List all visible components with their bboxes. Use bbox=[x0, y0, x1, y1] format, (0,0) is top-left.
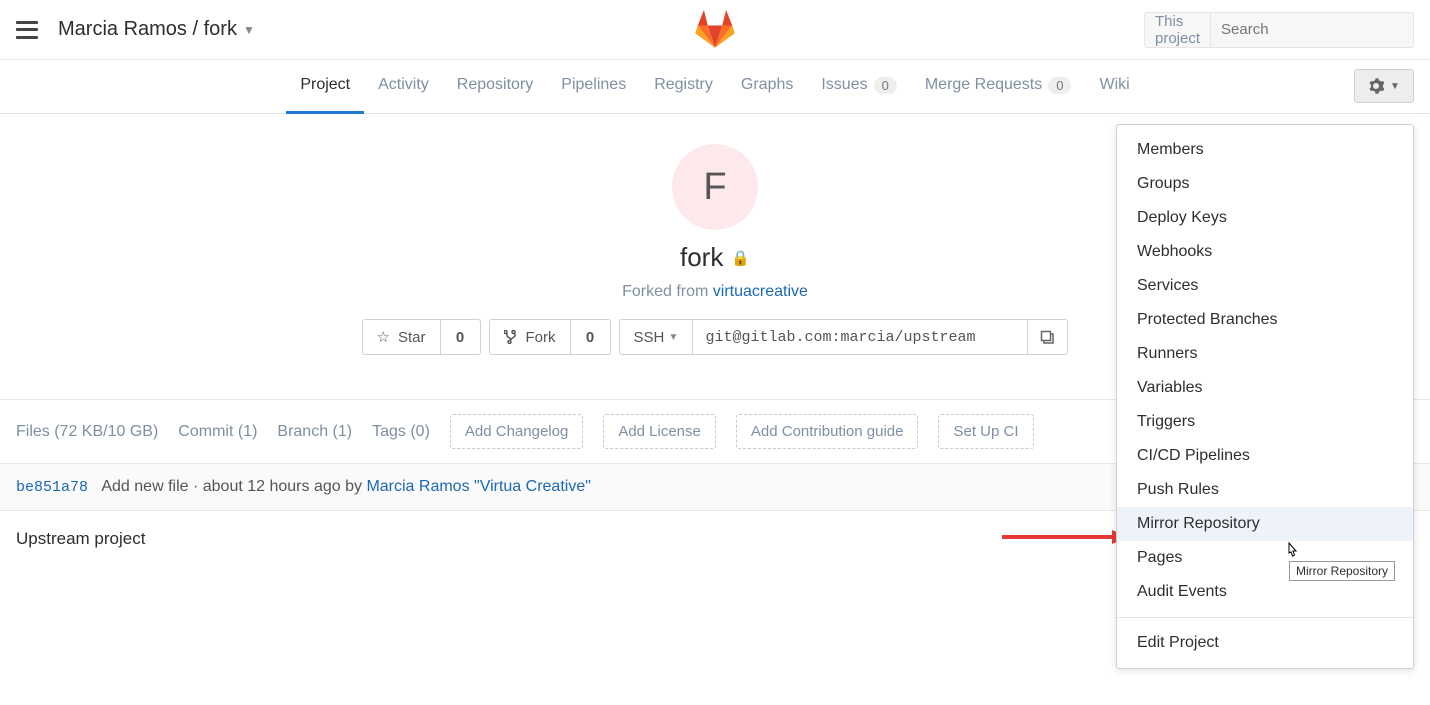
forked-from-link[interactable]: virtuacreative bbox=[713, 283, 808, 300]
dropdown-item-pages[interactable]: Pages bbox=[1117, 541, 1413, 575]
stat-branch[interactable]: Branch (1) bbox=[277, 423, 352, 441]
search-bar[interactable]: This project bbox=[1144, 12, 1414, 48]
breadcrumb[interactable]: Marcia Ramos / fork ▼ bbox=[58, 18, 255, 41]
tab-wiki[interactable]: Wiki bbox=[1085, 60, 1143, 114]
dropdown-item-protected-branches[interactable]: Protected Branches bbox=[1117, 303, 1413, 337]
commit-time: about 12 hours ago bbox=[203, 478, 341, 495]
dropdown-item-mirror-repository[interactable]: Mirror Repository bbox=[1117, 507, 1413, 541]
dropdown-item-ci-cd-pipelines[interactable]: CI/CD Pipelines bbox=[1117, 439, 1413, 473]
stat-files[interactable]: Files (72 KB/10 GB) bbox=[16, 423, 158, 441]
search-input[interactable] bbox=[1211, 21, 1430, 38]
dropdown-divider bbox=[1117, 617, 1413, 618]
star-count[interactable]: 0 bbox=[441, 319, 481, 355]
breadcrumb-project: fork bbox=[204, 18, 237, 41]
badge: 0 bbox=[874, 77, 897, 94]
breadcrumb-sep: / bbox=[192, 18, 198, 41]
dropdown-item-services[interactable]: Services bbox=[1117, 269, 1413, 303]
star-icon: ☆ bbox=[377, 328, 390, 346]
dropdown-item-audit-events[interactable]: Audit Events bbox=[1117, 575, 1413, 609]
dropdown-item-runners[interactable]: Runners bbox=[1117, 337, 1413, 371]
search-scope[interactable]: This project bbox=[1145, 13, 1211, 47]
project-tabs: ProjectActivityRepositoryPipelinesRegist… bbox=[286, 60, 1143, 114]
stat-tags[interactable]: Tags (0) bbox=[372, 423, 430, 441]
copy-url-button[interactable] bbox=[1028, 319, 1068, 355]
setup-ci-button[interactable]: Set Up CI bbox=[938, 414, 1033, 449]
add-license-button[interactable]: Add License bbox=[603, 414, 716, 449]
tab-repository[interactable]: Repository bbox=[443, 60, 547, 114]
fork-button[interactable]: Fork bbox=[489, 319, 571, 355]
dropdown-item-deploy-keys[interactable]: Deploy Keys bbox=[1117, 201, 1413, 235]
clone-protocol-select[interactable]: SSH ▼ bbox=[619, 319, 694, 355]
settings-dropdown: MembersGroupsDeploy KeysWebhooksServices… bbox=[1116, 124, 1414, 669]
commit-sha[interactable]: be851a78 bbox=[16, 479, 88, 496]
clone-url-input[interactable] bbox=[693, 319, 1028, 355]
tab-registry[interactable]: Registry bbox=[640, 60, 727, 114]
dropdown-item-variables[interactable]: Variables bbox=[1117, 371, 1413, 405]
dropdown-item-webhooks[interactable]: Webhooks bbox=[1117, 235, 1413, 269]
project-name: fork 🔒 bbox=[680, 242, 750, 273]
breadcrumb-owner: Marcia Ramos bbox=[58, 18, 187, 41]
copy-icon bbox=[1040, 330, 1055, 345]
fork-count[interactable]: 0 bbox=[571, 319, 611, 355]
dropdown-item-push-rules[interactable]: Push Rules bbox=[1117, 473, 1413, 507]
tab-activity[interactable]: Activity bbox=[364, 60, 443, 114]
star-button[interactable]: ☆ Star bbox=[362, 319, 441, 355]
tab-issues[interactable]: Issues0 bbox=[807, 60, 910, 114]
chevron-down-icon: ▼ bbox=[243, 23, 255, 37]
commit-message: Add new file bbox=[101, 478, 188, 495]
badge: 0 bbox=[1048, 77, 1071, 94]
gear-icon bbox=[1368, 78, 1384, 94]
dropdown-item-triggers[interactable]: Triggers bbox=[1117, 405, 1413, 439]
chevron-down-icon: ▼ bbox=[1390, 81, 1400, 92]
chevron-down-icon: ▼ bbox=[669, 332, 679, 343]
settings-gear-button[interactable]: ▼ bbox=[1354, 69, 1414, 103]
add-changelog-button[interactable]: Add Changelog bbox=[450, 414, 583, 449]
gitlab-logo[interactable] bbox=[695, 10, 735, 50]
tab-project[interactable]: Project bbox=[286, 60, 364, 114]
fork-icon bbox=[504, 330, 518, 344]
tab-graphs[interactable]: Graphs bbox=[727, 60, 807, 114]
dropdown-item-members[interactable]: Members bbox=[1117, 133, 1413, 167]
lock-icon: 🔒 bbox=[731, 249, 750, 267]
tab-pipelines[interactable]: Pipelines bbox=[547, 60, 640, 114]
stat-commit[interactable]: Commit (1) bbox=[178, 423, 257, 441]
hamburger-menu[interactable] bbox=[16, 21, 38, 39]
tab-merge-requests[interactable]: Merge Requests0 bbox=[911, 60, 1086, 114]
dropdown-item-groups[interactable]: Groups bbox=[1117, 167, 1413, 201]
project-avatar: F bbox=[672, 144, 758, 230]
commit-author[interactable]: Marcia Ramos "Virtua Creative" bbox=[366, 478, 590, 495]
add-contribution-guide-button[interactable]: Add Contribution guide bbox=[736, 414, 919, 449]
dropdown-item-edit-project[interactable]: Edit Project bbox=[1117, 626, 1413, 660]
